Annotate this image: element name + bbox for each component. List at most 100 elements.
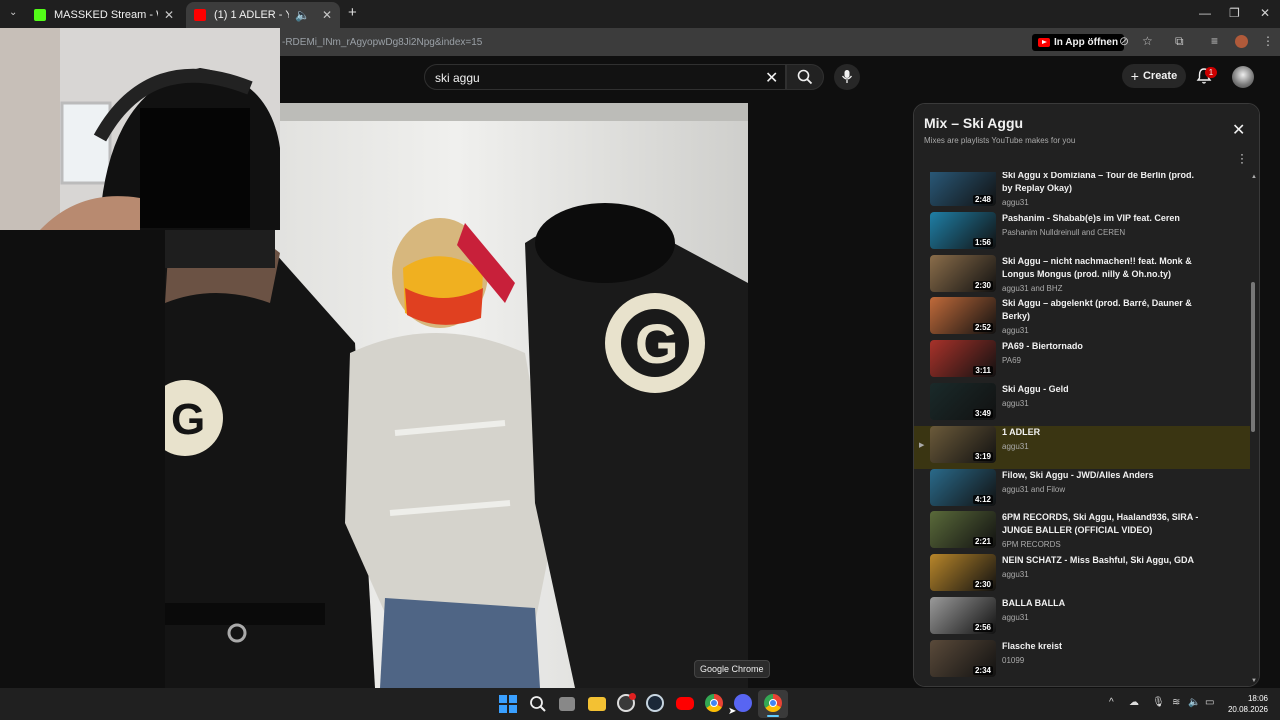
file-explorer-icon[interactable] [588,697,606,711]
account-avatar[interactable] [1232,66,1254,88]
kick-favicon-icon [34,9,46,21]
volume-icon[interactable]: 🔈 [1188,697,1200,708]
windows-start-icon[interactable] [499,695,517,713]
scroll-down-arrow-icon[interactable]: ▼ [1251,678,1257,684]
playlist-item[interactable]: 1:56 Pashanim - Shabab(e)s im VIP feat. C… [914,211,1250,255]
system-clock[interactable]: 18:06 20.08.2026 [1222,693,1268,715]
video-title[interactable]: Ski Aggu x Domiziana – Tour de Berlin (p… [1002,172,1207,195]
video-title[interactable]: 6PM RECORDS, Ski Aggu, Haaland936, SIRA … [1002,511,1207,537]
video-title[interactable]: PA69 - Biertornado [1002,340,1207,353]
playlist-item[interactable]: 2:34 Flasche kreist 01099 [914,639,1250,683]
video-thumbnail[interactable]: 4:12 [930,468,996,506]
voice-search-button[interactable] [834,64,860,90]
webcam-feed-image [0,28,280,230]
playlist-item[interactable]: 2:21 6PM RECORDS, Ski Aggu, Haaland936, S… [914,511,1250,554]
channel-name: aggu31 [1002,441,1029,451]
bookmark-star-icon[interactable]: ☆ [1142,34,1153,48]
playlist-item[interactable]: 2:56 BALLA BALLA aggu31 [914,597,1250,640]
playlist-item[interactable]: 2:48 Ski Aggu x Domiziana – Tour de Berli… [914,172,1250,212]
profile-avatar[interactable] [1235,35,1248,48]
youtube-logo-icon [1038,38,1050,47]
battery-icon[interactable]: ▭ [1205,697,1214,708]
video-title[interactable]: Ski Aggu – abgelenkt (prod. Barré, Daune… [1002,297,1207,323]
video-title[interactable]: Ski Aggu – nicht nachmachen!! feat. Monk… [1002,255,1207,281]
video-title[interactable]: 1 ADLER [1002,426,1207,439]
url-text[interactable]: -RDEMi_INm_rAgyopwDg8Ji2Npg&index=15 [282,37,482,48]
scroll-up-arrow-icon[interactable]: ▲ [1251,174,1257,180]
discord-icon[interactable] [734,694,752,712]
clear-search-icon[interactable]: ✕ [765,68,778,88]
search-input[interactable]: ski aggu ✕ [424,64,786,90]
reading-list-icon[interactable]: ≡ [1211,34,1218,48]
playlist-title: Mix – Ski Aggu [924,115,1024,131]
video-duration: 2:34 [972,665,993,675]
create-button[interactable]: + Create [1122,64,1186,88]
video-thumbnail[interactable]: 1:56 [930,211,996,249]
microphone-tray-icon[interactable]: 🎙 [1152,697,1165,708]
chrome-menu-icon[interactable]: ⋮ [1262,34,1274,48]
playlist-item[interactable]: 2:52 Ski Aggu – abgelenkt (prod. Barré, D… [914,297,1250,340]
task-view-icon[interactable] [559,697,575,711]
tray-overflow-icon[interactable]: ^ [1109,697,1114,708]
close-tab-icon[interactable]: ✕ [322,8,332,22]
playlist-item-text: Flasche kreist 01099 [1002,640,1207,665]
playlist-item-text: Pashanim - Shabab(e)s im VIP feat. Ceren… [1002,212,1207,237]
chrome-active-icon-center [769,699,777,707]
search-button[interactable] [786,64,824,90]
playlist-item[interactable]: 3:49 Ski Aggu - Geld aggu31 [914,383,1250,426]
playlist-item[interactable]: ▶ 3:19 1 ADLER aggu31 [914,425,1250,469]
playlist-item-text: Filow, Ski Aggu - JWD/Alles Anders aggu31… [1002,469,1207,494]
video-title[interactable]: BALLA BALLA [1002,597,1207,610]
playlist-item-text: Ski Aggu – abgelenkt (prod. Barré, Daune… [1002,297,1207,335]
close-playlist-icon[interactable]: ✕ [1232,120,1245,140]
wifi-icon[interactable]: ≋ [1172,697,1180,708]
tab-search-chevron-icon[interactable]: ⌄ [9,7,17,18]
video-thumbnail[interactable]: 2:48 [930,172,996,206]
video-thumbnail[interactable]: 2:30 [930,554,996,592]
video-thumbnail[interactable]: 2:52 [930,297,996,335]
video-title[interactable]: NEIN SCHATZ - Miss Bashful, Ski Aggu, GD… [1002,554,1207,567]
video-thumbnail[interactable]: 3:19 [930,425,996,463]
tab-title: MASSKED Stream - Watch Live [54,9,158,21]
playlist-item-text: Ski Aggu x Domiziana – Tour de Berlin (p… [1002,172,1207,207]
video-thumbnail[interactable]: 2:56 [930,597,996,634]
video-thumbnail[interactable]: 2:30 [930,254,996,292]
playlist-item[interactable]: 2:30 Ski Aggu – nicht nachmachen!! feat. … [914,254,1250,298]
youtube-app-icon[interactable] [676,697,694,710]
taskbar-search-icon[interactable] [529,695,547,713]
video-title[interactable]: Flasche kreist [1002,640,1207,653]
video-thumbnail[interactable]: 3:49 [930,383,996,420]
minimize-icon[interactable]: — [1199,6,1211,20]
playlist-item[interactable]: 3:11 PA69 - Biertornado PA69 [914,340,1250,383]
video-duration: 2:21 [972,537,993,547]
browser-tab-youtube[interactable]: (1) 1 ADLER - YouTube 🔈 ✕ [186,2,340,28]
browser-tab-kick[interactable]: MASSKED Stream - Watch Live ✕ [26,2,182,28]
taskbar-tooltip: Google Chrome [694,660,770,678]
new-tab-icon[interactable]: + [348,4,357,21]
close-tab-icon[interactable]: ✕ [164,8,174,22]
clock-time: 18:06 [1247,694,1268,703]
channel-name: aggu31 and BHZ [1002,283,1063,293]
webcam-overlay [0,28,280,230]
speaker-icon[interactable]: 🔈 [295,8,310,22]
extensions-icon[interactable]: ⧉ [1175,34,1184,49]
mouse-cursor-icon: ➤ [728,706,737,717]
close-window-icon[interactable]: ✕ [1260,6,1270,20]
restore-icon[interactable]: ❐ [1229,6,1240,20]
video-title[interactable]: Filow, Ski Aggu - JWD/Alles Anders [1002,469,1207,482]
playlist-panel: Mix – Ski Aggu Mixes are playlists YouTu… [913,103,1260,687]
video-thumbnail[interactable]: 2:34 [930,639,996,677]
playlist-item[interactable]: 2:30 NEIN SCHATZ - Miss Bashful, Ski Aggu… [914,554,1250,597]
open-in-app-button[interactable]: In App öffnen [1032,34,1125,51]
video-title[interactable]: Pashanim - Shabab(e)s im VIP feat. Ceren [1002,212,1207,225]
now-playing-icon: ▶ [919,441,925,449]
video-thumbnail[interactable]: 2:21 [930,511,996,549]
eye-slash-icon[interactable]: ⊘ [1119,34,1129,48]
playlist-scrollbar[interactable] [1251,282,1255,432]
video-title[interactable]: Ski Aggu - Geld [1002,383,1207,396]
more-options-icon[interactable]: · · · [1240,148,1244,168]
playlist-item[interactable]: 4:12 Filow, Ski Aggu - JWD/Alles Anders ag… [914,468,1250,512]
steam-icon[interactable] [646,694,664,712]
onedrive-icon[interactable]: ☁ [1129,697,1139,708]
video-thumbnail[interactable]: 3:11 [930,340,996,378]
